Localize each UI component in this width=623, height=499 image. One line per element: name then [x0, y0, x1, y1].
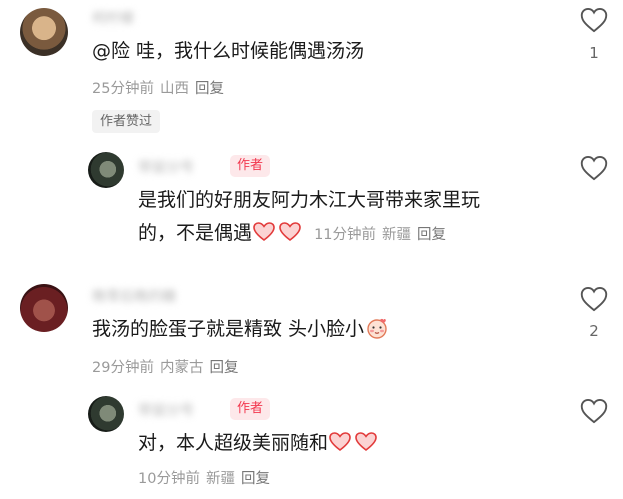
comment-time: 25分钟前	[92, 81, 154, 97]
heart-outline-icon[interactable]	[580, 286, 608, 312]
comment-text: @险 哇，我什么时候能偶遇汤汤	[92, 40, 365, 62]
heart-hands-emoji-icon	[253, 222, 301, 242]
comment-text-line2: 的，不是偶遇 11分钟前 新疆 回复	[138, 216, 452, 252]
comment-text-tail: 的，不是偶遇	[138, 222, 253, 244]
reply-button[interactable]: 回复	[241, 471, 270, 487]
comment-text: 是我们的好朋友阿力木江大哥带来家里玩	[138, 189, 481, 211]
avatar[interactable]	[20, 284, 68, 332]
username[interactable]: 柯柠檬	[92, 8, 134, 28]
comment-text-line: 对，本人超级美丽随和	[138, 426, 378, 460]
avatar[interactable]	[88, 396, 124, 432]
heart-outline-icon[interactable]	[580, 155, 608, 181]
author-liked-badge: 作者赞过	[92, 110, 161, 133]
like-count: 1	[589, 44, 599, 62]
comment-meta: 29分钟前 内蒙古 回复	[92, 356, 244, 377]
comment-time: 11分钟前	[314, 227, 377, 243]
heart-outline-icon[interactable]	[580, 398, 608, 424]
author-tag: 作者	[230, 398, 271, 420]
avatar[interactable]	[20, 8, 68, 56]
username[interactable]: 带鼠分号	[138, 400, 194, 420]
username[interactable]: 晚零后晚的糖	[92, 286, 176, 306]
comment-location: 新疆	[382, 227, 412, 243]
comment-text-line: 我汤的脸蛋子就是精致 头小脸小	[92, 312, 388, 346]
comment-meta: 25分钟前 山西 回复	[92, 77, 230, 98]
reply-button[interactable]: 回复	[417, 227, 446, 243]
comment-location: 内蒙古	[159, 360, 204, 376]
comment-location: 山西	[159, 81, 189, 97]
comment-meta: 10分钟前 新疆 回复	[138, 467, 276, 488]
author-tag: 作者	[230, 155, 271, 177]
heart-outline-icon[interactable]	[580, 7, 608, 33]
comment-text: 对，本人超级美丽随和	[138, 432, 329, 454]
like-count: 2	[589, 322, 599, 340]
comment-text: 我汤的脸蛋子就是精致 头小脸小	[92, 318, 365, 340]
reply-button[interactable]: 回复	[195, 81, 224, 97]
comment-time: 29分钟前	[92, 360, 154, 376]
username[interactable]: 带鼠分号	[138, 157, 194, 177]
reply-button[interactable]: 回复	[209, 360, 238, 376]
comment-location: 新疆	[205, 471, 235, 487]
blushing-face-emoji-icon	[367, 318, 387, 339]
heart-hands-emoji-icon	[329, 432, 377, 452]
avatar[interactable]	[88, 152, 124, 188]
comment-time: 10分钟前	[138, 471, 200, 487]
